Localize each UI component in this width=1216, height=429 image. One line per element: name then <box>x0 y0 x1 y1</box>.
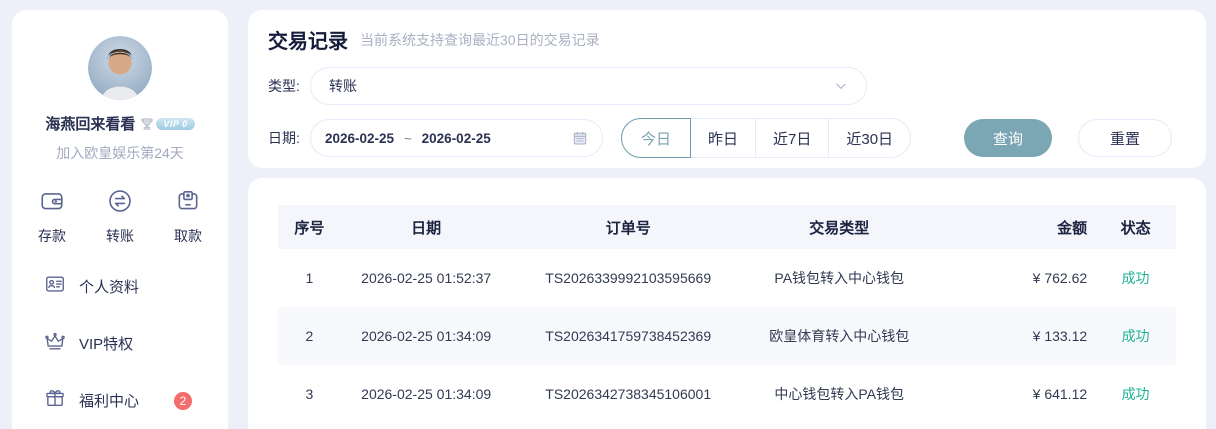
cell-order-no: TS2026341759738452369 <box>545 328 712 344</box>
page-subtitle: 当前系统支持查询最近30日的交易记录 <box>360 31 600 48</box>
cell-order-no: TS2026339992103595669 <box>545 270 712 286</box>
cell-index: 1 <box>305 270 314 286</box>
username: 海燕回来看看 <box>45 116 136 133</box>
chevron-down-icon <box>836 83 846 89</box>
cell-amount: ¥ 762.62 <box>1032 270 1088 286</box>
type-select[interactable]: 转账 <box>310 67 867 105</box>
cell-status: 成功 <box>1121 328 1150 344</box>
vip-badge: VIP 0 <box>140 117 195 131</box>
type-select-value: 转账 <box>329 78 357 94</box>
deposit-button[interactable]: 存款 <box>38 188 66 246</box>
cell-type: 中心钱包转入PA钱包 <box>774 386 905 402</box>
vip-privileges-label: VIP特权 <box>79 336 134 353</box>
cell-type: 欧皇体育转入中心钱包 <box>769 328 910 344</box>
cell-order-no: TS2026342738345106001 <box>545 386 712 402</box>
table-row: 1 2026-02-25 01:52:37 TS2026339992103595… <box>278 249 1176 307</box>
welfare-center-label: 福利中心 <box>79 393 140 410</box>
cell-amount: ¥ 641.12 <box>1032 386 1088 402</box>
vip-trophy-icon <box>141 117 154 130</box>
id-card-icon <box>44 273 66 300</box>
range-yesterday-button[interactable]: 昨日 <box>691 119 757 157</box>
cell-index: 3 <box>305 386 314 402</box>
records-table: 序号 日期 订单号 交易类型 金额 状态 1 2026-02-25 01:52:… <box>278 205 1176 423</box>
avatar-photo <box>88 36 152 100</box>
gift-icon <box>44 387 66 414</box>
deposit-label: 存款 <box>38 228 66 244</box>
filter-panel: 交易记录 当前系统支持查询最近30日的交易记录 类型: 转账 日期: 2026-… <box>248 10 1206 168</box>
cell-type: PA钱包转入中心钱包 <box>774 270 905 286</box>
date-to-value: 2026-02-25 <box>421 130 491 146</box>
crown-icon <box>44 330 66 357</box>
page-title: 交易记录 <box>268 31 348 53</box>
sidebar-item-welfare[interactable]: 福利中心 2 <box>44 372 196 429</box>
col-header-status: 状态 <box>1095 205 1176 249</box>
col-header-type: 交易类型 <box>744 205 934 249</box>
type-filter-row: 类型: 转账 <box>262 67 1186 105</box>
cell-date: 2026-02-25 01:34:09 <box>361 328 492 344</box>
date-from-value: 2026-02-25 <box>325 130 395 146</box>
wallet-icon <box>39 188 65 219</box>
filter-actions: 查询 重置 <box>964 119 1186 157</box>
date-label: 日期: <box>268 130 300 146</box>
cell-status: 成功 <box>1121 270 1150 286</box>
date-range-input[interactable]: 2026-02-25 ~ 2026-02-25 <box>310 119 603 157</box>
type-label: 类型: <box>268 78 300 94</box>
withdraw-button[interactable]: 取款 <box>174 188 202 246</box>
col-header-order-no: 订单号 <box>511 205 745 249</box>
title-row: 交易记录 当前系统支持查询最近30日的交易记录 <box>262 25 1186 54</box>
table-row: 2 2026-02-25 01:34:09 TS2026341759738452… <box>278 307 1176 365</box>
col-header-index: 序号 <box>278 205 341 249</box>
range-7days-button[interactable]: 近7日 <box>756 119 830 157</box>
join-days-text: 加入欧皇娱乐第24天 <box>56 145 184 161</box>
transfer-button[interactable]: 转账 <box>106 188 134 246</box>
cell-amount: ¥ 133.12 <box>1032 328 1088 344</box>
sidebar: 海燕回来看看 VIP 0 加入欧皇娱乐第24天 存款 转账 取款 个人资料 VI… <box>12 10 228 429</box>
sidebar-item-vip[interactable]: VIP特权 <box>44 315 196 372</box>
sidebar-item-profile[interactable]: 个人资料 <box>44 258 196 315</box>
quick-actions: 存款 转账 取款 <box>12 188 228 246</box>
col-header-amount: 金额 <box>933 205 1096 249</box>
query-button[interactable]: 查询 <box>964 119 1052 157</box>
transfer-icon <box>107 188 133 219</box>
cell-status: 成功 <box>1121 386 1150 402</box>
table-row: 3 2026-02-25 01:34:09 TS2026342738345106… <box>278 365 1176 423</box>
range-today-button[interactable]: 今日 <box>621 118 692 158</box>
col-header-date: 日期 <box>340 205 512 249</box>
transaction-records-page: 海燕回来看看 VIP 0 加入欧皇娱乐第24天 存款 转账 取款 个人资料 VI… <box>0 0 1216 429</box>
reset-button[interactable]: 重置 <box>1078 119 1172 157</box>
calendar-icon <box>572 130 588 146</box>
records-table-card: 序号 日期 订单号 交易类型 金额 状态 1 2026-02-25 01:52:… <box>248 178 1206 429</box>
quick-range-group: 今日 昨日 近7日 近30日 <box>621 118 912 158</box>
cell-date: 2026-02-25 01:34:09 <box>361 386 492 402</box>
welfare-count-badge: 2 <box>174 391 193 410</box>
date-separator: ~ <box>404 130 412 146</box>
vip-level-label: VIP 0 <box>156 117 195 130</box>
sidebar-menu: 个人资料 VIP特权 福利中心 2 <box>12 258 228 429</box>
withdraw-icon <box>175 188 201 219</box>
cell-index: 2 <box>305 328 314 344</box>
date-filter-row: 日期: 2026-02-25 ~ 2026-02-25 今日 昨日 近7日 近3… <box>262 118 1186 158</box>
withdraw-label: 取款 <box>174 228 202 244</box>
avatar <box>88 36 152 100</box>
profile-label: 个人资料 <box>79 279 140 296</box>
cell-date: 2026-02-25 01:52:37 <box>361 270 492 286</box>
table-header-row: 序号 日期 订单号 交易类型 金额 状态 <box>278 205 1176 249</box>
user-row: 海燕回来看看 VIP 0 <box>12 113 228 134</box>
range-30days-button[interactable]: 近30日 <box>829 119 910 157</box>
transfer-label: 转账 <box>106 228 134 244</box>
